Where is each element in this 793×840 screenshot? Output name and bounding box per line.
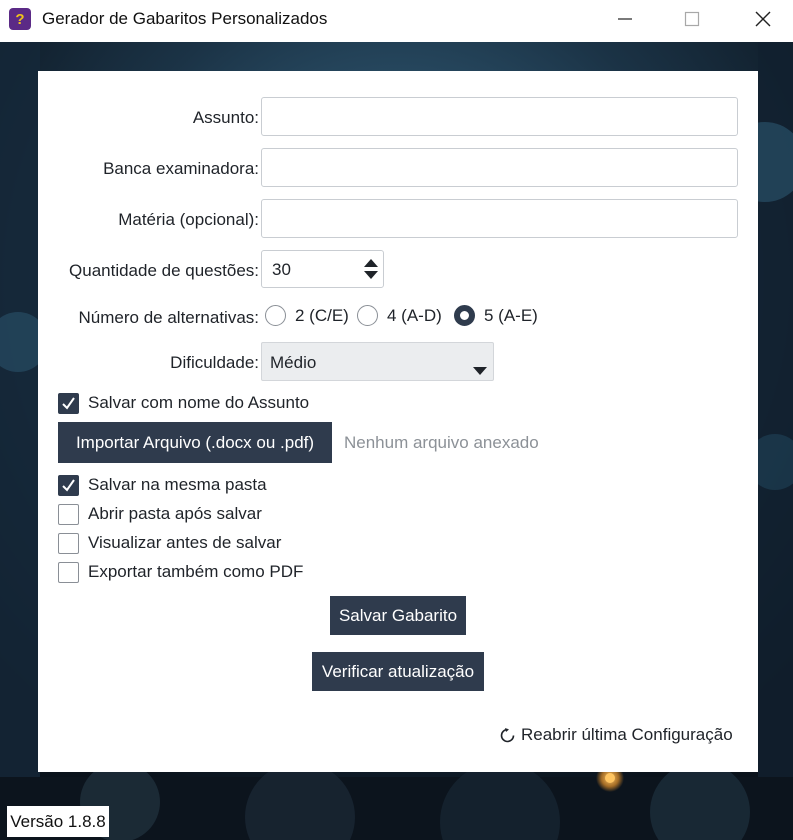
dificuldade-select[interactable]: Médio [261, 342, 494, 381]
salvar-nome-assunto-checkbox-row[interactable]: Salvar com nome do Assunto [58, 392, 309, 414]
form-panel: Assunto: Banca examinadora: Matéria (opc… [38, 71, 758, 772]
radio-label: 5 (A-E) [484, 305, 538, 325]
question-mark-icon: ? [9, 8, 31, 30]
reabrir-configuracao-label: Reabrir última Configuração [521, 725, 733, 744]
radio-circle[interactable] [265, 305, 286, 326]
radio-circle-selected[interactable] [454, 305, 475, 326]
alternativas-label: Número de alternativas: [78, 308, 259, 327]
salvar-gabarito-button[interactable]: Salvar Gabarito [330, 596, 466, 635]
radio-circle[interactable] [357, 305, 378, 326]
exportar-pdf-row[interactable]: Exportar também como PDF [58, 561, 303, 583]
visualizar-antes-row[interactable]: Visualizar antes de salvar [58, 532, 281, 554]
radio-4-alternativas[interactable]: 4 (A-D) [357, 305, 442, 326]
quantidade-label: Quantidade de questões: [69, 261, 259, 280]
exportar-pdf-checkbox[interactable] [58, 561, 79, 583]
visualizar-antes-checkbox[interactable] [58, 532, 79, 554]
salvar-mesma-pasta-checkbox[interactable] [58, 474, 79, 496]
chevron-down-icon [473, 367, 487, 375]
materia-input[interactable] [261, 199, 738, 238]
salvar-mesma-pasta-label: Salvar na mesma pasta [88, 475, 267, 494]
exportar-pdf-label: Exportar também como PDF [88, 562, 304, 581]
reabrir-configuracao-link[interactable]: Reabrir última Configuração [500, 725, 733, 745]
salvar-mesma-pasta-row[interactable]: Salvar na mesma pasta [58, 474, 267, 496]
visualizar-antes-label: Visualizar antes de salvar [88, 533, 282, 552]
dificuldade-value: Médio [270, 353, 317, 372]
assunto-input[interactable] [261, 97, 738, 136]
radio-2-alternativas[interactable]: 2 (C/E) [265, 305, 349, 326]
maximize-button[interactable] [669, 0, 715, 38]
radio-label: 4 (A-D) [387, 305, 442, 325]
verificar-atualizacao-button[interactable]: Verificar atualização [312, 652, 484, 691]
assunto-label: Assunto: [192, 108, 259, 127]
maximize-icon [684, 11, 700, 27]
banca-label: Banca examinadora: [103, 159, 259, 178]
version-label: Versão 1.8.8 [7, 806, 109, 837]
close-button[interactable] [740, 0, 786, 38]
window-title: Gerador de Gabaritos Personalizados [42, 9, 328, 28]
abrir-pasta-checkbox[interactable] [58, 503, 79, 525]
arquivo-status: Nenhum arquivo anexado [344, 433, 539, 452]
minimize-button[interactable] [602, 0, 648, 38]
checkmark-icon [62, 478, 75, 492]
checkmark-icon [62, 396, 75, 410]
minimize-icon [618, 18, 632, 20]
refresh-icon [500, 727, 515, 742]
importar-arquivo-button[interactable]: Importar Arquivo (.docx ou .pdf) [58, 422, 332, 463]
spin-arrows-icon[interactable] [363, 258, 379, 280]
salvar-nome-assunto-label: Salvar com nome do Assunto [88, 393, 310, 412]
salvar-nome-assunto-checkbox[interactable] [58, 392, 79, 414]
radio-label: 2 (C/E) [295, 305, 349, 325]
materia-label: Matéria (opcional): [118, 210, 259, 229]
title-bar: ? Gerador de Gabaritos Personalizados [0, 0, 793, 42]
dificuldade-label: Dificuldade: [170, 353, 259, 372]
app-icon-glyph: ? [15, 10, 25, 28]
banca-input[interactable] [261, 148, 738, 187]
radio-5-alternativas[interactable]: 5 (A-E) [454, 305, 538, 326]
abrir-pasta-row[interactable]: Abrir pasta após salvar [58, 503, 262, 525]
abrir-pasta-label: Abrir pasta após salvar [88, 504, 262, 523]
close-icon [755, 11, 771, 27]
quantidade-value: 30 [272, 260, 291, 279]
quantidade-stepper[interactable]: 30 [261, 250, 384, 288]
